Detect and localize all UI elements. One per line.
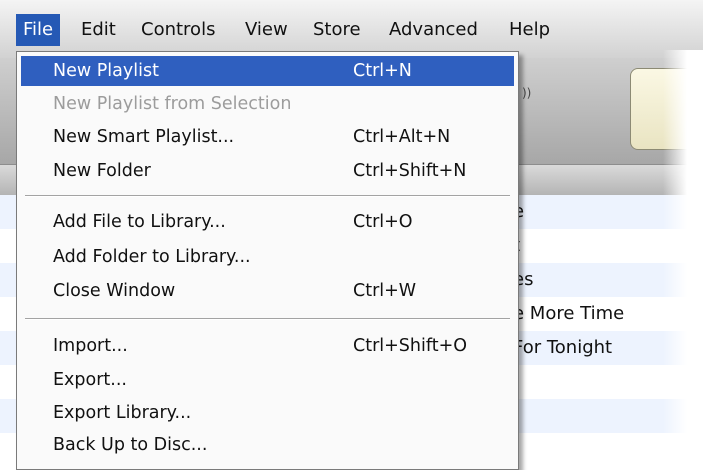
menu-item-shortcut: Ctrl+W bbox=[353, 281, 417, 301]
menu-advanced[interactable]: Advanced bbox=[382, 14, 485, 46]
menu-item-import[interactable]: Import... Ctrl+Shift+O bbox=[21, 331, 514, 361]
menu-item-shortcut: Ctrl+Shift+N bbox=[353, 161, 467, 181]
torn-edge bbox=[663, 50, 703, 470]
menu-item-export[interactable]: Export... bbox=[21, 365, 514, 395]
menu-item-export-library[interactable]: Export Library... bbox=[21, 398, 514, 428]
menu-item-new-folder[interactable]: New Folder Ctrl+Shift+N bbox=[21, 156, 514, 186]
menu-item-shortcut: Ctrl+Shift+O bbox=[353, 336, 468, 356]
menu-store[interactable]: Store bbox=[306, 14, 368, 46]
menu-item-shortcut: Ctrl+O bbox=[353, 212, 413, 232]
menu-separator bbox=[25, 195, 510, 197]
menu-item-close-window[interactable]: Close Window Ctrl+W bbox=[21, 276, 514, 306]
menu-item-label: New Playlist from Selection bbox=[53, 94, 292, 114]
menu-item-label: New Playlist bbox=[53, 61, 159, 81]
menu-item-label: Add Folder to Library... bbox=[53, 247, 251, 267]
menu-controls[interactable]: Controls bbox=[134, 14, 222, 46]
menu-edit[interactable]: Edit bbox=[74, 14, 123, 46]
menu-item-label: Import... bbox=[53, 336, 128, 356]
menu-item-add-folder-to-library[interactable]: Add Folder to Library... bbox=[21, 242, 514, 272]
song-name: e More Time bbox=[513, 303, 625, 324]
menu-item-new-playlist-from-selection[interactable]: New Playlist from Selection bbox=[21, 89, 514, 119]
menu-item-label: Export Library... bbox=[53, 403, 192, 423]
menu-item-label: New Folder bbox=[53, 161, 151, 181]
menu-item-label: New Smart Playlist... bbox=[53, 127, 235, 147]
menu-file[interactable]: File bbox=[16, 14, 61, 46]
menu-item-label: Add File to Library... bbox=[53, 212, 226, 232]
menu-item-label: Export... bbox=[53, 370, 127, 390]
menu-item-label: Close Window bbox=[53, 281, 176, 301]
menu-help[interactable]: Help bbox=[502, 14, 557, 46]
menu-item-new-smart-playlist[interactable]: New Smart Playlist... Ctrl+Alt+N bbox=[21, 122, 514, 152]
menu-item-add-file-to-library[interactable]: Add File to Library... Ctrl+O bbox=[21, 207, 514, 237]
menu-separator bbox=[25, 318, 510, 320]
song-name: For Tonight bbox=[513, 337, 613, 358]
menu-item-shortcut: Ctrl+Alt+N bbox=[353, 127, 451, 147]
file-menu-dropdown: New Playlist Ctrl+N New Playlist from Se… bbox=[16, 51, 519, 470]
menu-item-label: Back Up to Disc... bbox=[53, 435, 208, 455]
menu-item-back-up-to-disc[interactable]: Back Up to Disc... bbox=[21, 430, 514, 460]
menu-item-shortcut: Ctrl+N bbox=[353, 61, 412, 81]
menu-item-new-playlist[interactable]: New Playlist Ctrl+N bbox=[21, 56, 514, 86]
volume-icon: )) bbox=[522, 86, 532, 100]
menu-view[interactable]: View bbox=[238, 14, 295, 46]
